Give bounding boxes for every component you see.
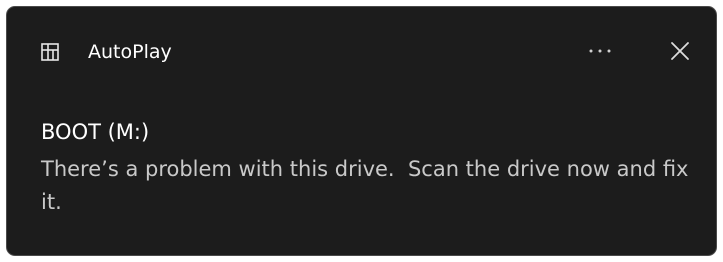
autoplay-icon xyxy=(41,43,59,61)
drive-title: BOOT (M:) xyxy=(41,120,150,144)
autoplay-notification[interactable]: AutoPlay BOOT (M:) There’s a problem wit… xyxy=(6,6,717,256)
notification-header: AutoPlay xyxy=(7,7,716,97)
notification-message: There’s a problem with this drive. Scan … xyxy=(41,157,696,214)
app-name: AutoPlay xyxy=(88,41,172,63)
close-button[interactable] xyxy=(659,33,701,69)
more-options-button[interactable] xyxy=(579,33,621,69)
close-icon xyxy=(671,42,689,60)
more-options-icon xyxy=(589,49,611,53)
